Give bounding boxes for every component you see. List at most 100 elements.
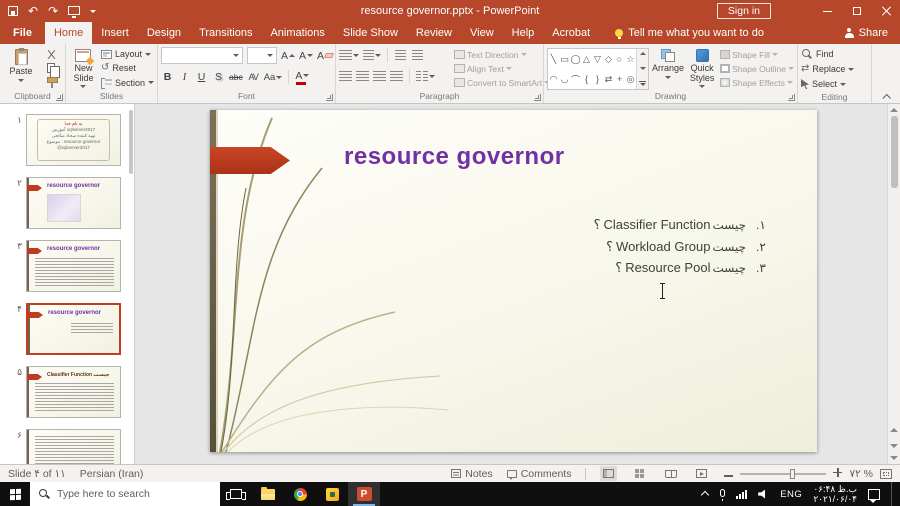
- shape-icon[interactable]: ◎: [627, 74, 635, 85]
- share-button[interactable]: Share: [844, 22, 900, 44]
- align-right-button[interactable]: [373, 68, 386, 84]
- zoom-slider-thumb[interactable]: [790, 468, 796, 479]
- shape-icon[interactable]: ◡: [561, 74, 569, 85]
- thumbnail-scrollbar[interactable]: [129, 110, 133, 174]
- bold-button[interactable]: B: [161, 69, 174, 85]
- notes-button[interactable]: Notes: [451, 468, 493, 480]
- tab-animations[interactable]: Animations: [261, 22, 333, 44]
- previous-slide-button[interactable]: [889, 424, 900, 436]
- underline-button[interactable]: U: [195, 69, 208, 85]
- shape-icon[interactable]: ▽: [594, 54, 601, 65]
- tab-view[interactable]: View: [461, 22, 503, 44]
- align-text-button[interactable]: Align Text: [454, 62, 550, 75]
- vertical-scrollbar[interactable]: [887, 104, 900, 464]
- clock[interactable]: ۰۶:۴۸ ب.ظ ۲۰۲۱/۰۶/۰۴: [813, 484, 857, 504]
- slide-thumbnail-6[interactable]: [26, 429, 121, 464]
- start-slideshow-icon[interactable]: [68, 5, 81, 18]
- slideshow-view-button[interactable]: [693, 466, 710, 481]
- shape-icon[interactable]: ◯: [570, 54, 580, 65]
- shrink-font-button[interactable]: A: [299, 48, 314, 64]
- shape-icon[interactable]: ▭: [560, 54, 569, 65]
- language-badge[interactable]: ENG: [780, 489, 802, 500]
- paste-button[interactable]: Paste: [3, 47, 39, 90]
- find-button[interactable]: Find: [801, 47, 868, 61]
- taskbar-search[interactable]: [30, 482, 220, 506]
- fit-slide-to-window-icon[interactable]: [880, 468, 892, 479]
- character-spacing-button[interactable]: AV: [247, 69, 260, 85]
- shape-icon[interactable]: }: [596, 74, 599, 84]
- show-desktop-button[interactable]: [891, 482, 895, 506]
- hidden-icons-chevron[interactable]: [701, 490, 709, 498]
- shape-icon[interactable]: ☆: [626, 54, 634, 65]
- numbering-button[interactable]: [363, 47, 381, 63]
- comments-button[interactable]: Comments: [506, 468, 571, 480]
- copy-button[interactable]: [42, 62, 60, 79]
- decrease-indent-button[interactable]: [394, 47, 407, 63]
- shape-icon[interactable]: ○: [617, 54, 622, 64]
- shape-outline-button[interactable]: Shape Outline: [720, 62, 794, 75]
- shape-icon[interactable]: +: [617, 74, 622, 84]
- dialog-launcher-icon[interactable]: [56, 94, 63, 101]
- select-button[interactable]: Select: [801, 77, 868, 91]
- next-slide-button[interactable]: [889, 440, 900, 452]
- file-explorer-button[interactable]: [252, 482, 284, 506]
- zoom-level[interactable]: ۷۲ %: [849, 468, 873, 480]
- convert-to-smartart-button[interactable]: Convert to SmartArt: [454, 76, 551, 89]
- change-case-button[interactable]: Aa: [264, 69, 283, 85]
- clear-formatting-button[interactable]: A: [317, 48, 334, 64]
- align-left-button[interactable]: [339, 68, 352, 84]
- tab-slide-show[interactable]: Slide Show: [334, 22, 407, 44]
- text-shadow-button[interactable]: S: [212, 69, 225, 85]
- columns-button[interactable]: [416, 68, 435, 84]
- redo-icon[interactable]: ↷: [48, 5, 58, 17]
- shape-icon[interactable]: △: [583, 54, 590, 65]
- scroll-up-icon[interactable]: [639, 52, 646, 55]
- font-size-select[interactable]: [247, 47, 277, 64]
- maximize-button[interactable]: [842, 0, 871, 22]
- scroll-down-icon[interactable]: [890, 456, 898, 460]
- microphone-icon[interactable]: [720, 488, 726, 501]
- customize-qat-icon[interactable]: [90, 9, 97, 13]
- action-center-icon[interactable]: [868, 488, 880, 503]
- tab-acrobat[interactable]: Acrobat: [543, 22, 599, 44]
- tell-me-box[interactable]: Tell me what you want to do: [615, 22, 764, 44]
- dialog-launcher-icon[interactable]: [534, 94, 541, 101]
- quick-styles-button[interactable]: Quick Styles: [687, 47, 717, 90]
- shape-icon[interactable]: {: [585, 74, 588, 84]
- chrome-button[interactable]: [284, 482, 316, 506]
- reading-view-button[interactable]: [662, 466, 679, 481]
- shape-icon[interactable]: ╲: [551, 54, 556, 65]
- zoom-slider[interactable]: [740, 468, 827, 479]
- format-painter-button[interactable]: [42, 76, 60, 89]
- language-indicator[interactable]: Persian (Iran): [80, 468, 144, 480]
- search-input[interactable]: [57, 488, 197, 500]
- align-center-button[interactable]: [356, 68, 369, 84]
- collapse-ribbon-icon[interactable]: [883, 93, 891, 99]
- text-direction-button[interactable]: Text Direction: [454, 48, 550, 61]
- slide-sorter-button[interactable]: [631, 466, 648, 481]
- shape-icon[interactable]: ⌒: [571, 73, 580, 86]
- close-button[interactable]: [871, 0, 900, 22]
- save-icon[interactable]: [8, 6, 18, 16]
- shape-effects-button[interactable]: Shape Effects: [720, 76, 794, 89]
- font-color-button[interactable]: A: [295, 69, 310, 85]
- volume-icon[interactable]: [758, 489, 766, 499]
- slide-title[interactable]: resource governor: [344, 143, 565, 171]
- pinned-app-button[interactable]: [316, 482, 348, 506]
- slide-thumbnail-2[interactable]: resource governor: [26, 177, 121, 229]
- tab-home[interactable]: Home: [44, 22, 93, 44]
- zoom-out-button[interactable]: [724, 468, 734, 480]
- normal-view-button[interactable]: [600, 466, 618, 481]
- start-button[interactable]: [0, 482, 30, 506]
- arrange-button[interactable]: Arrange: [652, 47, 684, 90]
- shape-icon[interactable]: ◇: [605, 54, 612, 65]
- cut-button[interactable]: [42, 48, 60, 61]
- slide-thumbnail-5[interactable]: Classifier Function چیست: [26, 366, 121, 418]
- zoom-in-button[interactable]: [833, 467, 843, 480]
- dialog-launcher-icon[interactable]: [788, 94, 795, 101]
- tab-transitions[interactable]: Transitions: [190, 22, 261, 44]
- slide-editing-area[interactable]: resource governor ؟ Classifier Function چی…: [210, 110, 817, 452]
- slide-content-list[interactable]: ؟ Classifier Function چیست .۱ ؟ Workload Gro…: [594, 217, 771, 276]
- slide-thumbnail-3[interactable]: resource governor: [26, 240, 121, 292]
- new-slide-button[interactable]: New Slide: [69, 47, 98, 90]
